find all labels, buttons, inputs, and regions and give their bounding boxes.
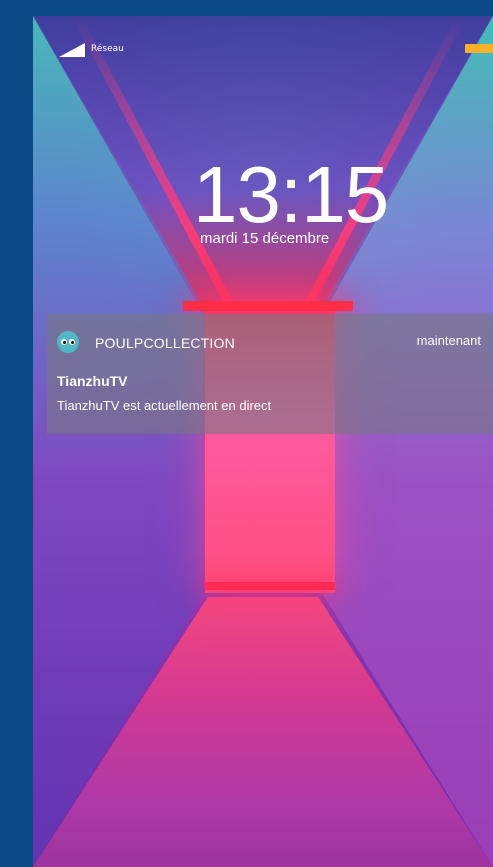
notification-body: TianzhuTV est actuellement en direct <box>57 398 272 413</box>
signal-icon <box>59 43 85 57</box>
phone-screen: Réseau 13:15 mardi 15 décembre POULPCOLL… <box>33 16 493 867</box>
battery-icon <box>465 44 493 53</box>
lockscreen-wallpaper <box>33 16 493 867</box>
notification-app-name: POULPCOLLECTION <box>95 335 235 351</box>
network-label: Réseau <box>91 44 124 54</box>
lockscreen-date: mardi 15 décembre <box>200 230 330 247</box>
status-bar: Réseau <box>33 16 493 57</box>
owl-eyes-icon <box>57 331 79 353</box>
notification-time: maintenant <box>416 333 481 348</box>
lockscreen-clock: 13:15 <box>193 150 389 239</box>
notification-title: TianzhuTV <box>57 373 128 389</box>
notification-card[interactable]: POULPCOLLECTION maintenant TianzhuTV Tia… <box>47 314 493 434</box>
